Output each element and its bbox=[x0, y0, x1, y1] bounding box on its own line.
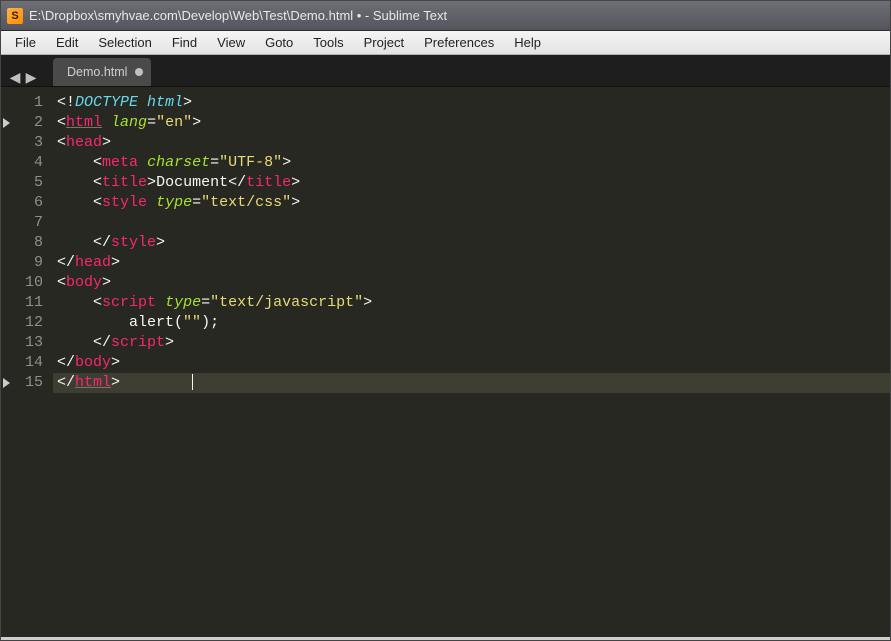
code-line[interactable]: </html> bbox=[53, 373, 890, 393]
tabstrip: ◀ ▶ Demo.html bbox=[1, 55, 890, 87]
line-number: 15 bbox=[1, 373, 43, 393]
window: S E:\Dropbox\smyhvae.com\Develop\Web\Tes… bbox=[0, 0, 891, 641]
tab-label: Demo.html bbox=[67, 65, 127, 79]
code-line[interactable]: alert(""); bbox=[57, 313, 890, 333]
tab-demo-html[interactable]: Demo.html bbox=[53, 58, 151, 86]
menu-goto[interactable]: Goto bbox=[255, 33, 303, 52]
code-area[interactable]: <!DOCTYPE html><html lang="en"><head> <m… bbox=[53, 87, 890, 637]
line-number: 9 bbox=[1, 253, 43, 273]
code-line[interactable] bbox=[57, 213, 890, 233]
gutter: 123456789101112131415 bbox=[1, 87, 53, 637]
line-number: 2 bbox=[1, 113, 43, 133]
line-number: 7 bbox=[1, 213, 43, 233]
line-number: 14 bbox=[1, 353, 43, 373]
status-spacer bbox=[1, 637, 890, 640]
history-forward-icon[interactable]: ▶ bbox=[23, 69, 39, 86]
code-line[interactable]: <title>Document</title> bbox=[57, 173, 890, 193]
code-line[interactable]: <body> bbox=[57, 273, 890, 293]
titlebar[interactable]: S E:\Dropbox\smyhvae.com\Develop\Web\Tes… bbox=[1, 1, 890, 31]
line-number: 5 bbox=[1, 173, 43, 193]
menu-find[interactable]: Find bbox=[162, 33, 207, 52]
line-number: 6 bbox=[1, 193, 43, 213]
menu-project[interactable]: Project bbox=[354, 33, 414, 52]
code-line[interactable]: </script> bbox=[57, 333, 890, 353]
menu-edit[interactable]: Edit bbox=[46, 33, 88, 52]
line-number: 4 bbox=[1, 153, 43, 173]
code-line[interactable]: <!DOCTYPE html> bbox=[57, 93, 890, 113]
code-line[interactable]: <meta charset="UTF-8"> bbox=[57, 153, 890, 173]
code-line[interactable]: <script type="text/javascript"> bbox=[57, 293, 890, 313]
menu-tools[interactable]: Tools bbox=[303, 33, 353, 52]
menu-view[interactable]: View bbox=[207, 33, 255, 52]
window-title: E:\Dropbox\smyhvae.com\Develop\Web\Test\… bbox=[29, 8, 884, 23]
text-caret-icon bbox=[192, 374, 193, 390]
code-line[interactable]: <head> bbox=[57, 133, 890, 153]
menu-selection[interactable]: Selection bbox=[88, 33, 161, 52]
menu-preferences[interactable]: Preferences bbox=[414, 33, 504, 52]
menubar: FileEditSelectionFindViewGotoToolsProjec… bbox=[1, 31, 890, 55]
line-number: 3 bbox=[1, 133, 43, 153]
menu-help[interactable]: Help bbox=[504, 33, 551, 52]
line-number: 1 bbox=[1, 93, 43, 113]
history-back-icon[interactable]: ◀ bbox=[7, 69, 23, 86]
tab-history-arrows[interactable]: ◀ ▶ bbox=[7, 69, 39, 86]
code-line[interactable]: <style type="text/css"> bbox=[57, 193, 890, 213]
code-line[interactable]: </style> bbox=[57, 233, 890, 253]
code-line[interactable]: </body> bbox=[57, 353, 890, 373]
app-icon: S bbox=[7, 8, 23, 24]
line-number: 10 bbox=[1, 273, 43, 293]
code-line[interactable]: <html lang="en"> bbox=[57, 113, 890, 133]
dirty-dot-icon bbox=[135, 68, 143, 76]
code-line[interactable]: </head> bbox=[57, 253, 890, 273]
line-number: 12 bbox=[1, 313, 43, 333]
line-number: 13 bbox=[1, 333, 43, 353]
line-number: 11 bbox=[1, 293, 43, 313]
menu-file[interactable]: File bbox=[5, 33, 46, 52]
editor[interactable]: 123456789101112131415 <!DOCTYPE html><ht… bbox=[1, 87, 890, 637]
line-number: 8 bbox=[1, 233, 43, 253]
